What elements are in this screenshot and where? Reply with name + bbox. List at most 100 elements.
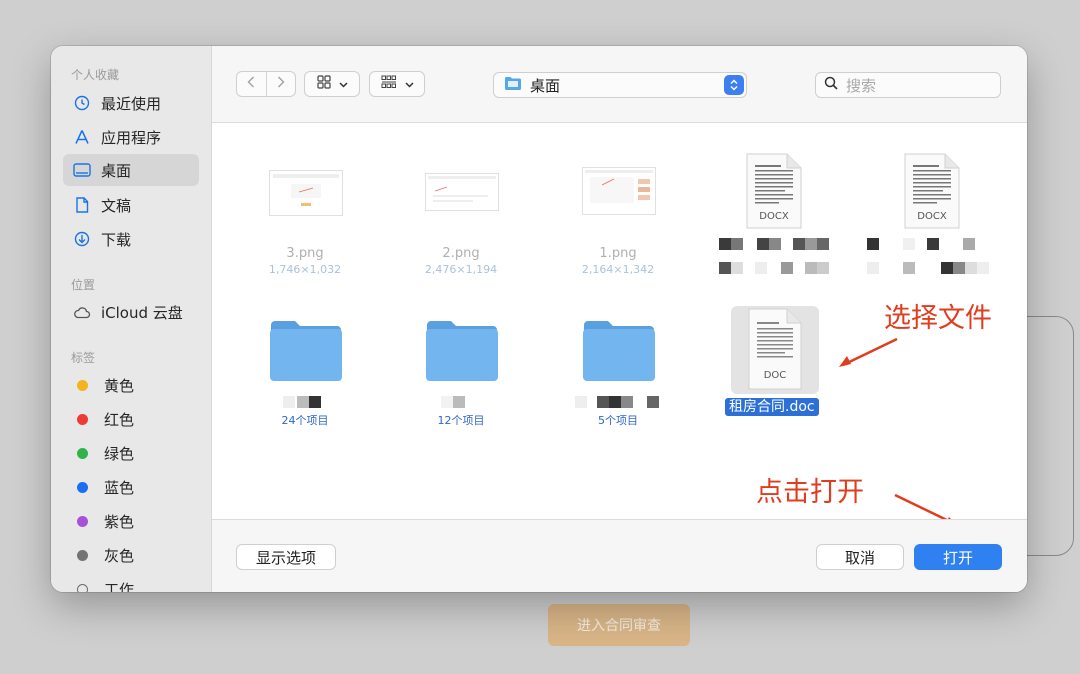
file-dimensions: 2,164×1,342 <box>581 263 655 276</box>
docx-file-icon[interactable]: DOCX <box>903 153 961 233</box>
sidebar-item-label: 下载 <box>101 230 132 249</box>
annotation-select-file: 选择文件 <box>884 303 992 334</box>
doc-file-icon[interactable]: DOC <box>747 308 803 394</box>
desktop-icon <box>73 161 91 179</box>
file-name: 3.png <box>286 246 324 261</box>
folder-item-count: 5个项目 <box>598 414 638 427</box>
group-view-button[interactable] <box>369 71 425 97</box>
svg-text:DOCX: DOCX <box>759 211 789 222</box>
sidebar-item-label: 最近使用 <box>101 94 162 113</box>
nav-buttons <box>236 71 296 97</box>
image-thumbnail[interactable] <box>582 167 656 219</box>
svg-text:DOC: DOC <box>764 370 787 381</box>
open-button[interactable]: 打开 <box>914 544 1002 570</box>
document-icon <box>73 196 91 214</box>
folder-item[interactable]: 12个项目 <box>391 410 531 428</box>
sidebar-item-label: 灰色 <box>104 546 135 565</box>
cloud-icon <box>73 303 91 321</box>
tag-dot-icon <box>77 447 88 459</box>
sidebar-item-label: 紫色 <box>104 512 135 531</box>
chevron-left-icon <box>247 76 255 92</box>
tag-dot-icon <box>77 515 88 527</box>
selected-file-name[interactable]: 租房合同.doc <box>725 398 819 416</box>
sidebar-tag-yellow[interactable]: 黄色 <box>63 369 199 401</box>
enter-contract-review-button[interactable]: 进入合同审查 <box>548 604 690 646</box>
sidebar-item-label: 工作 <box>104 580 135 593</box>
sidebar-tag-purple[interactable]: 紫色 <box>63 505 199 537</box>
sidebar-item-icloud[interactable]: iCloud 云盘 <box>63 296 199 328</box>
file-item-3png[interactable]: 3.png 1,746×1,032 <box>235 240 375 276</box>
folder-item[interactable]: 5个项目 <box>548 410 688 428</box>
file-dimensions: 1,746×1,032 <box>268 263 342 276</box>
search-field[interactable]: 搜索 <box>815 72 1001 98</box>
folder-icon[interactable] <box>582 319 656 385</box>
sidebar-item-downloads[interactable]: 下载 <box>63 223 199 255</box>
sidebar-item-documents[interactable]: 文稿 <box>63 189 199 221</box>
apps-icon <box>73 128 91 146</box>
image-thumbnail[interactable] <box>425 173 499 215</box>
download-icon <box>73 230 91 248</box>
tag-dot-icon <box>77 481 88 493</box>
toolbar: 桌面 搜索 <box>212 46 1027 123</box>
file-name: 2.png <box>442 246 480 261</box>
file-dimensions: 2,476×1,194 <box>424 263 498 276</box>
grid-icon <box>316 75 331 93</box>
folder-item-count: 12个项目 <box>437 414 485 427</box>
folder-item-count: 24个项目 <box>281 414 329 427</box>
tag-dot-icon <box>77 379 88 391</box>
annotation-arrow-left-icon <box>839 337 898 367</box>
forward-button[interactable] <box>265 72 296 96</box>
sidebar-item-label: 应用程序 <box>101 128 162 147</box>
redacted-filename <box>719 236 831 280</box>
folder-item[interactable]: 24个项目 <box>235 410 375 428</box>
icon-view-button[interactable] <box>304 71 360 97</box>
location-popup[interactable]: 桌面 <box>493 72 747 98</box>
tag-ring-icon <box>77 583 88 592</box>
sidebar-item-recents[interactable]: 最近使用 <box>63 87 199 119</box>
location-label: 桌面 <box>530 76 561 95</box>
sidebar-item-desktop[interactable]: 桌面 <box>63 154 199 186</box>
annotation-click-open: 点击打开 <box>756 477 864 508</box>
sidebar-item-applications[interactable]: 应用程序 <box>63 121 199 153</box>
redacted-filename <box>867 236 991 280</box>
tag-dot-icon <box>77 413 88 425</box>
svg-text:DOCX: DOCX <box>917 211 947 222</box>
sidebar-tag-gray[interactable]: 灰色 <box>63 539 199 571</box>
sidebar-tag-blue[interactable]: 蓝色 <box>63 471 199 503</box>
sidebar-item-label: 文稿 <box>101 196 132 215</box>
back-button[interactable] <box>237 72 266 96</box>
sidebar-item-label: 桌面 <box>101 161 132 180</box>
file-item-1png[interactable]: 1.png 2,164×1,342 <box>548 240 688 276</box>
sidebar-item-label: 红色 <box>104 410 135 429</box>
sidebar-tag-red[interactable]: 红色 <box>63 403 199 435</box>
sidebar-item-label: iCloud 云盘 <box>101 303 183 322</box>
dialog-footer: 显示选项 取消 打开 <box>212 519 1027 592</box>
sidebar-item-label: 蓝色 <box>104 478 135 497</box>
file-open-dialog: 个人收藏 最近使用 应用程序 桌面 文稿 下载 位置 iCloud 云盘 标签 … <box>51 46 1027 592</box>
sidebar-item-label: 绿色 <box>104 444 135 463</box>
locations-header: 位置 <box>71 278 96 292</box>
search-placeholder: 搜索 <box>846 76 877 95</box>
chevron-down-icon <box>404 76 414 92</box>
sidebar: 个人收藏 最近使用 应用程序 桌面 文稿 下载 位置 iCloud 云盘 标签 … <box>51 46 212 592</box>
image-thumbnail[interactable] <box>269 170 343 220</box>
chevron-right-icon <box>277 76 285 92</box>
favorites-header: 个人收藏 <box>71 68 120 82</box>
docx-file-icon[interactable]: DOCX <box>745 153 803 233</box>
show-options-button[interactable]: 显示选项 <box>236 544 336 570</box>
tags-header: 标签 <box>71 351 96 365</box>
clock-icon <box>73 94 91 112</box>
file-name: 1.png <box>599 246 637 261</box>
updown-chevron-icon <box>724 75 744 95</box>
search-icon <box>824 76 838 94</box>
file-item-2png[interactable]: 2.png 2,476×1,194 <box>391 240 531 276</box>
sidebar-item-label: 黄色 <box>104 376 135 395</box>
group-grid-icon <box>381 75 397 93</box>
sidebar-tag-work[interactable]: 工作 <box>63 573 199 592</box>
chevron-down-icon <box>338 76 348 92</box>
folder-icon[interactable] <box>425 319 499 385</box>
sidebar-tag-green[interactable]: 绿色 <box>63 437 199 469</box>
cancel-button[interactable]: 取消 <box>816 544 904 570</box>
folder-icon[interactable] <box>269 319 343 385</box>
folder-icon <box>504 76 522 94</box>
